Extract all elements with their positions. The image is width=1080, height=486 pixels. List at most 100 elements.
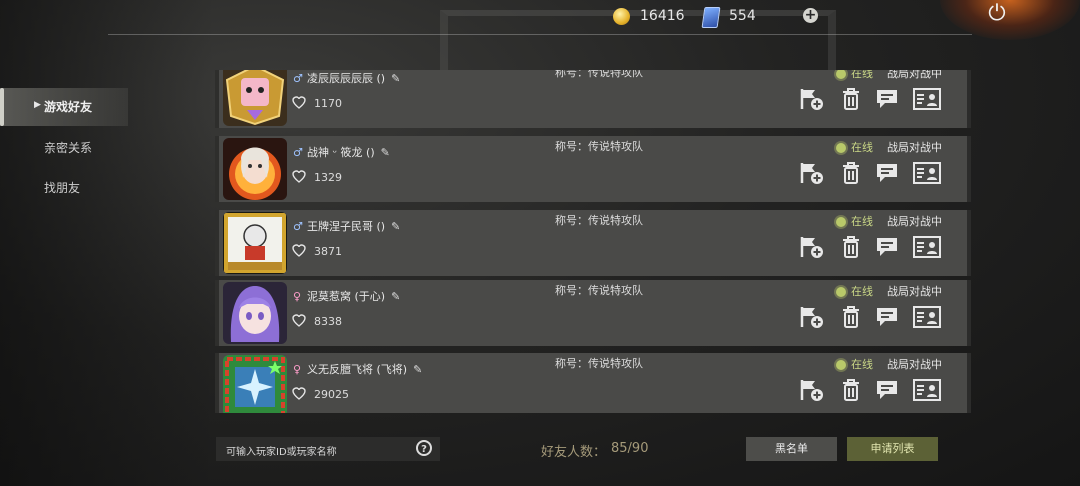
chat-icon[interactable]	[876, 161, 898, 185]
chat-icon[interactable]	[876, 305, 898, 329]
card-balance: 554	[729, 8, 756, 24]
gender-male-icon: ♂	[293, 72, 303, 85]
online-status: 在线	[851, 141, 873, 154]
online-status: 在线	[851, 285, 873, 298]
friend-title: 称号：传说特攻队	[555, 357, 643, 370]
intimacy-value: 1329	[314, 171, 342, 184]
avatar[interactable]	[223, 282, 287, 344]
friend-name: 凌辰辰辰辰辰 () ✎	[307, 70, 400, 86]
edit-note-icon[interactable]: ✎	[391, 220, 400, 233]
online-status-icon	[836, 217, 846, 227]
add-currency-button[interactable]: +	[803, 8, 818, 23]
row-stripe	[215, 136, 219, 202]
profile-card-icon[interactable]	[913, 235, 941, 259]
friend-row[interactable]: ♂ 凌辰辰辰辰辰 () ✎ 1170 称号：传说特攻队 在线 战局对战中	[215, 70, 971, 128]
row-edge	[967, 70, 971, 128]
heart-icon	[292, 387, 306, 400]
chat-icon[interactable]	[876, 378, 898, 402]
profile-card-icon[interactable]	[913, 378, 941, 402]
delete-icon[interactable]	[842, 378, 860, 402]
invite-flag-icon[interactable]	[799, 235, 825, 259]
friend-name-text: 战神 ᵕ 筱龙 ()	[307, 146, 375, 159]
edit-note-icon[interactable]: ✎	[391, 72, 400, 85]
online-status: 在线	[851, 215, 873, 228]
activity-status: 战局对战中	[887, 70, 942, 80]
avatar[interactable]	[223, 355, 287, 413]
coin-balance: 16416	[640, 8, 685, 24]
online-status-icon	[836, 143, 846, 153]
friend-name-text: 凌辰辰辰辰辰 ()	[307, 72, 386, 85]
friend-row[interactable]: ♂ 战神 ᵕ 筱龙 () ✎ 1329 称号：传说特攻队 在线 战局对战中	[215, 136, 971, 202]
invite-flag-icon[interactable]	[799, 87, 825, 111]
card-icon	[701, 7, 721, 28]
online-status: 在线	[851, 358, 873, 371]
heart-icon	[292, 314, 306, 327]
sidebar-item-game-friends[interactable]: 游戏好友	[44, 98, 92, 115]
power-icon[interactable]: ⏻	[985, 2, 1009, 26]
heart-icon	[292, 244, 306, 257]
row-edge	[967, 280, 971, 346]
friends-list[interactable]: ♂ 凌辰辰辰辰辰 () ✎ 1170 称号：传说特攻队 在线 战局对战中 ♂ 战神…	[215, 70, 971, 413]
gender-female-icon: ♀	[293, 363, 302, 376]
active-arrow-icon: ▶	[34, 100, 41, 110]
top-divider	[108, 34, 972, 35]
background-shade	[0, 0, 215, 486]
friend-name: 王牌涅子民哥 () ✎	[307, 218, 400, 234]
online-status-icon	[836, 70, 846, 79]
friend-name: 泥莫惹窝 (于心) ✎	[307, 288, 400, 304]
chat-icon[interactable]	[876, 235, 898, 259]
activity-status: 战局对战中	[887, 141, 942, 154]
profile-card-icon[interactable]	[913, 161, 941, 185]
row-stripe	[215, 353, 219, 413]
friend-title: 称号：传说特攻队	[555, 284, 643, 297]
profile-card-icon[interactable]	[913, 87, 941, 111]
avatar[interactable]	[223, 138, 287, 200]
edit-note-icon[interactable]: ✎	[413, 363, 422, 376]
intimacy-value: 29025	[314, 388, 349, 401]
invite-flag-icon[interactable]	[799, 305, 825, 329]
sidebar-item-find-friends[interactable]: 找朋友	[44, 179, 80, 196]
edit-note-icon[interactable]: ✎	[391, 290, 400, 303]
avatar[interactable]	[223, 70, 287, 126]
friend-row[interactable]: ♀ 义无反膻飞将 (飞将) ✎ 29025 称号：传说特攻队 在线 战局对战中	[215, 353, 971, 413]
gender-male-icon: ♂	[293, 146, 303, 159]
intimacy-value: 1170	[314, 97, 342, 110]
apply-list-button[interactable]: 申请列表	[847, 437, 938, 461]
row-edge	[967, 136, 971, 202]
friend-row[interactable]: ♂ 王牌涅子民哥 () ✎ 3871 称号：传说特攻队 在线 战局对战中	[215, 210, 971, 276]
friend-name: 义无反膻飞将 (飞将) ✎	[307, 361, 422, 377]
search-icon[interactable]: ?	[416, 440, 432, 456]
friend-count-value: 85/90	[611, 441, 649, 456]
intimacy-value: 8338	[314, 315, 342, 328]
friend-title: 称号：传说特攻队	[555, 214, 643, 227]
delete-icon[interactable]	[842, 235, 860, 259]
blacklist-button[interactable]: 黑名单	[746, 437, 837, 461]
search-input[interactable]: 可输入玩家ID或玩家名称 ?	[216, 437, 440, 461]
invite-flag-icon[interactable]	[799, 161, 825, 185]
friend-name-text: 泥莫惹窝 (于心)	[307, 290, 386, 303]
friend-count-label: 好友人数：	[541, 445, 607, 460]
gold-coin-icon	[613, 8, 630, 25]
online-status-icon	[836, 360, 846, 370]
intimacy-value: 3871	[314, 245, 342, 258]
online-status: 在线	[851, 70, 873, 80]
friend-name-text: 义无反膻飞将 (飞将)	[307, 363, 408, 376]
sidebar-item-intimacy[interactable]: 亲密关系	[44, 139, 92, 156]
chat-icon[interactable]	[876, 87, 898, 111]
invite-flag-icon[interactable]	[799, 378, 825, 402]
activity-status: 战局对战中	[887, 358, 942, 371]
delete-icon[interactable]	[842, 161, 860, 185]
heart-icon	[292, 96, 306, 109]
gender-female-icon: ♀	[293, 290, 302, 303]
edit-note-icon[interactable]: ✎	[381, 146, 390, 159]
delete-icon[interactable]	[842, 305, 860, 329]
profile-card-icon[interactable]	[913, 305, 941, 329]
row-stripe	[215, 70, 219, 128]
friend-row[interactable]: ♀ 泥莫惹窝 (于心) ✎ 8338 称号：传说特攻队 在线 战局对战中	[215, 280, 971, 346]
activity-status: 战局对战中	[887, 285, 942, 298]
friend-name: 战神 ᵕ 筱龙 () ✎	[307, 144, 390, 160]
row-stripe	[215, 210, 219, 276]
avatar[interactable]	[223, 212, 287, 274]
delete-icon[interactable]	[842, 87, 860, 111]
row-edge	[967, 210, 971, 276]
